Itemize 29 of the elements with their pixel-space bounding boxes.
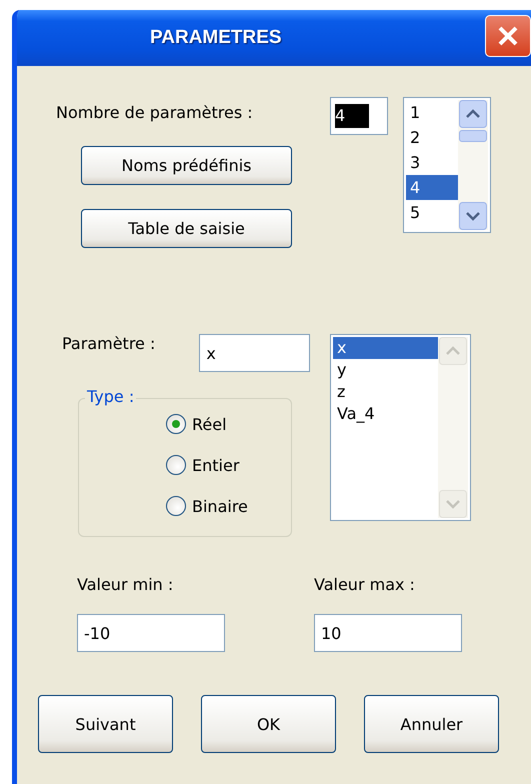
window-title: PARAMETRES	[150, 27, 282, 49]
range-label: Valeur min :	[77, 575, 174, 594]
radio-option[interactable]: Entier	[166, 454, 240, 476]
list-item[interactable]: Va_4	[333, 403, 438, 425]
group-legend: Type :	[85, 387, 136, 406]
list-item[interactable]: 5	[406, 200, 458, 225]
count-listbox[interactable]: 1 2 3 4 5	[403, 97, 491, 233]
parameter-field[interactable]: x	[199, 334, 310, 372]
range-label: Valeur max :	[314, 575, 416, 594]
input-table-button[interactable]: Table de saisie	[81, 209, 292, 248]
radio-option[interactable]: Binaire	[166, 495, 248, 517]
radio-option[interactable]: Réel	[166, 413, 227, 435]
list-item[interactable]: x	[333, 337, 438, 359]
list-item[interactable]: 4	[406, 175, 458, 200]
dialog-button[interactable]: Suivant	[38, 695, 173, 753]
parameter-listbox[interactable]: x y z Va_4	[330, 334, 471, 521]
parameter-label: Paramètre :	[62, 334, 156, 355]
count-field[interactable]: 4	[330, 97, 388, 135]
list-item[interactable]: z	[333, 381, 438, 403]
list-item[interactable]: 3	[406, 150, 458, 175]
dialog-button[interactable]: Annuler	[364, 695, 499, 753]
count-label: Nombre de paramètres :	[56, 103, 254, 122]
range-field[interactable]: 10	[314, 614, 462, 652]
predefined-names-button[interactable]: Noms prédéfinis	[81, 146, 292, 185]
dialog-button[interactable]: OK	[201, 695, 336, 753]
range-field[interactable]: -10	[77, 614, 225, 652]
list-item[interactable]: y	[333, 359, 438, 381]
list-item[interactable]: 2	[406, 125, 458, 150]
list-item[interactable]: 1	[406, 100, 458, 125]
